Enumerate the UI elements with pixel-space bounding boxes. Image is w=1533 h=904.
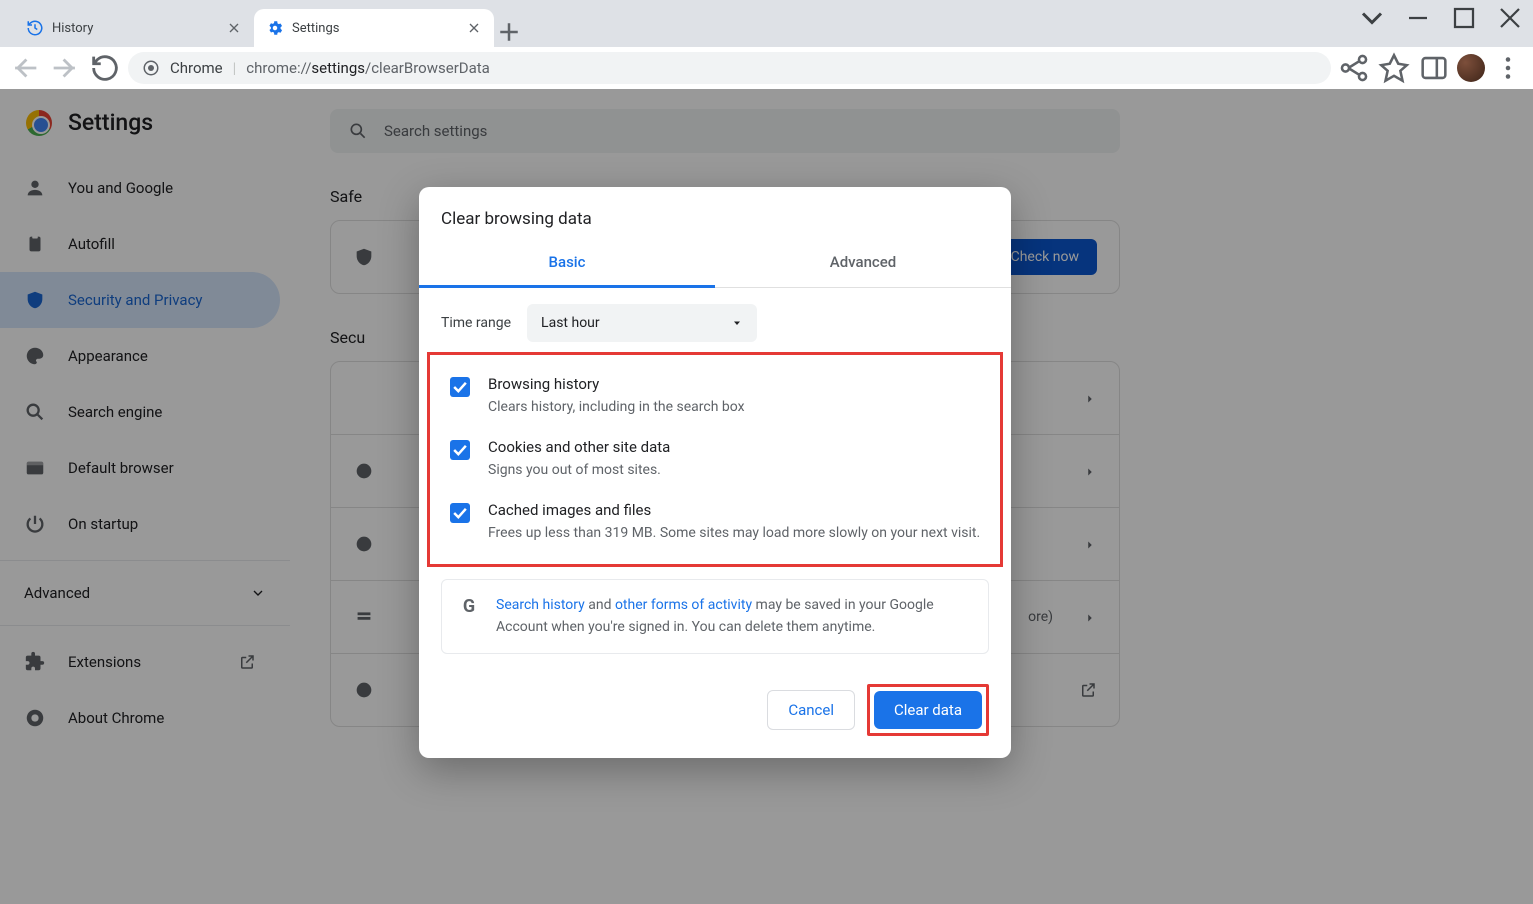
time-range-select[interactable]: Last hour: [527, 304, 757, 342]
url-scheme-label: Chrome: [170, 59, 223, 77]
cancel-button[interactable]: Cancel: [767, 690, 855, 730]
chevron-down-icon[interactable]: [1349, 0, 1395, 36]
close-window-button[interactable]: [1487, 0, 1533, 36]
tab-label: History: [52, 21, 93, 36]
google-icon: G: [458, 596, 480, 618]
chrome-page-icon: [142, 59, 160, 77]
tab-basic[interactable]: Basic: [419, 239, 715, 288]
option-desc: Frees up less than 319 MB. Some sites ma…: [488, 523, 980, 544]
clear-data-button[interactable]: Clear data: [874, 691, 982, 729]
address-bar[interactable]: Chrome | chrome://settings/clearBrowserD…: [128, 52, 1331, 84]
google-account-info: G Search history and other forms of acti…: [441, 579, 989, 654]
maximize-button[interactable]: [1441, 0, 1487, 36]
option-title: Cookies and other site data: [488, 438, 670, 456]
option-title: Cached images and files: [488, 501, 980, 519]
option-cached[interactable]: Cached images and files Frees up less th…: [444, 491, 994, 554]
forward-button[interactable]: [48, 51, 82, 85]
option-cookies[interactable]: Cookies and other site data Signs you ou…: [444, 428, 994, 491]
share-icon[interactable]: [1337, 51, 1371, 85]
minimize-button[interactable]: [1395, 0, 1441, 36]
highlighted-options: Browsing history Clears history, includi…: [427, 352, 1003, 567]
gear-icon: [266, 19, 284, 37]
side-panel-icon[interactable]: [1417, 51, 1451, 85]
dialog-tabs: Basic Advanced: [419, 239, 1011, 288]
history-icon: [26, 19, 44, 37]
option-desc: Signs you out of most sites.: [488, 460, 670, 481]
option-title: Browsing history: [488, 375, 745, 393]
highlighted-clear-button: Clear data: [867, 684, 989, 736]
checkbox-checked-icon[interactable]: [450, 377, 470, 397]
profile-avatar[interactable]: [1457, 54, 1485, 82]
time-range-label: Time range: [441, 315, 511, 331]
tab-settings[interactable]: Settings: [254, 9, 494, 47]
checkbox-checked-icon[interactable]: [450, 440, 470, 460]
caret-down-icon: [731, 317, 743, 329]
search-history-link[interactable]: Search history: [496, 597, 585, 613]
option-browsing-history[interactable]: Browsing history Clears history, includi…: [444, 365, 994, 428]
back-button[interactable]: [8, 51, 42, 85]
kebab-menu-icon[interactable]: [1491, 51, 1525, 85]
tab-advanced[interactable]: Advanced: [715, 239, 1011, 287]
close-icon[interactable]: [466, 20, 482, 36]
tab-label: Settings: [292, 21, 339, 36]
reload-button[interactable]: [88, 51, 122, 85]
browser-titlebar: History Settings: [0, 0, 1533, 47]
dialog-title: Clear browsing data: [419, 187, 1011, 239]
bookmark-icon[interactable]: [1377, 51, 1411, 85]
other-activity-link[interactable]: other forms of activity: [615, 597, 752, 613]
close-icon[interactable]: [226, 20, 242, 36]
url-text: chrome://settings/clearBrowserData: [246, 59, 490, 77]
new-tab-button[interactable]: [494, 17, 524, 47]
clear-browsing-data-dialog: Clear browsing data Basic Advanced Time …: [419, 187, 1011, 758]
tab-history[interactable]: History: [14, 9, 254, 47]
browser-toolbar: Chrome | chrome://settings/clearBrowserD…: [0, 47, 1533, 89]
checkbox-checked-icon[interactable]: [450, 503, 470, 523]
option-desc: Clears history, including in the search …: [488, 397, 745, 418]
window-controls: [1349, 0, 1533, 36]
